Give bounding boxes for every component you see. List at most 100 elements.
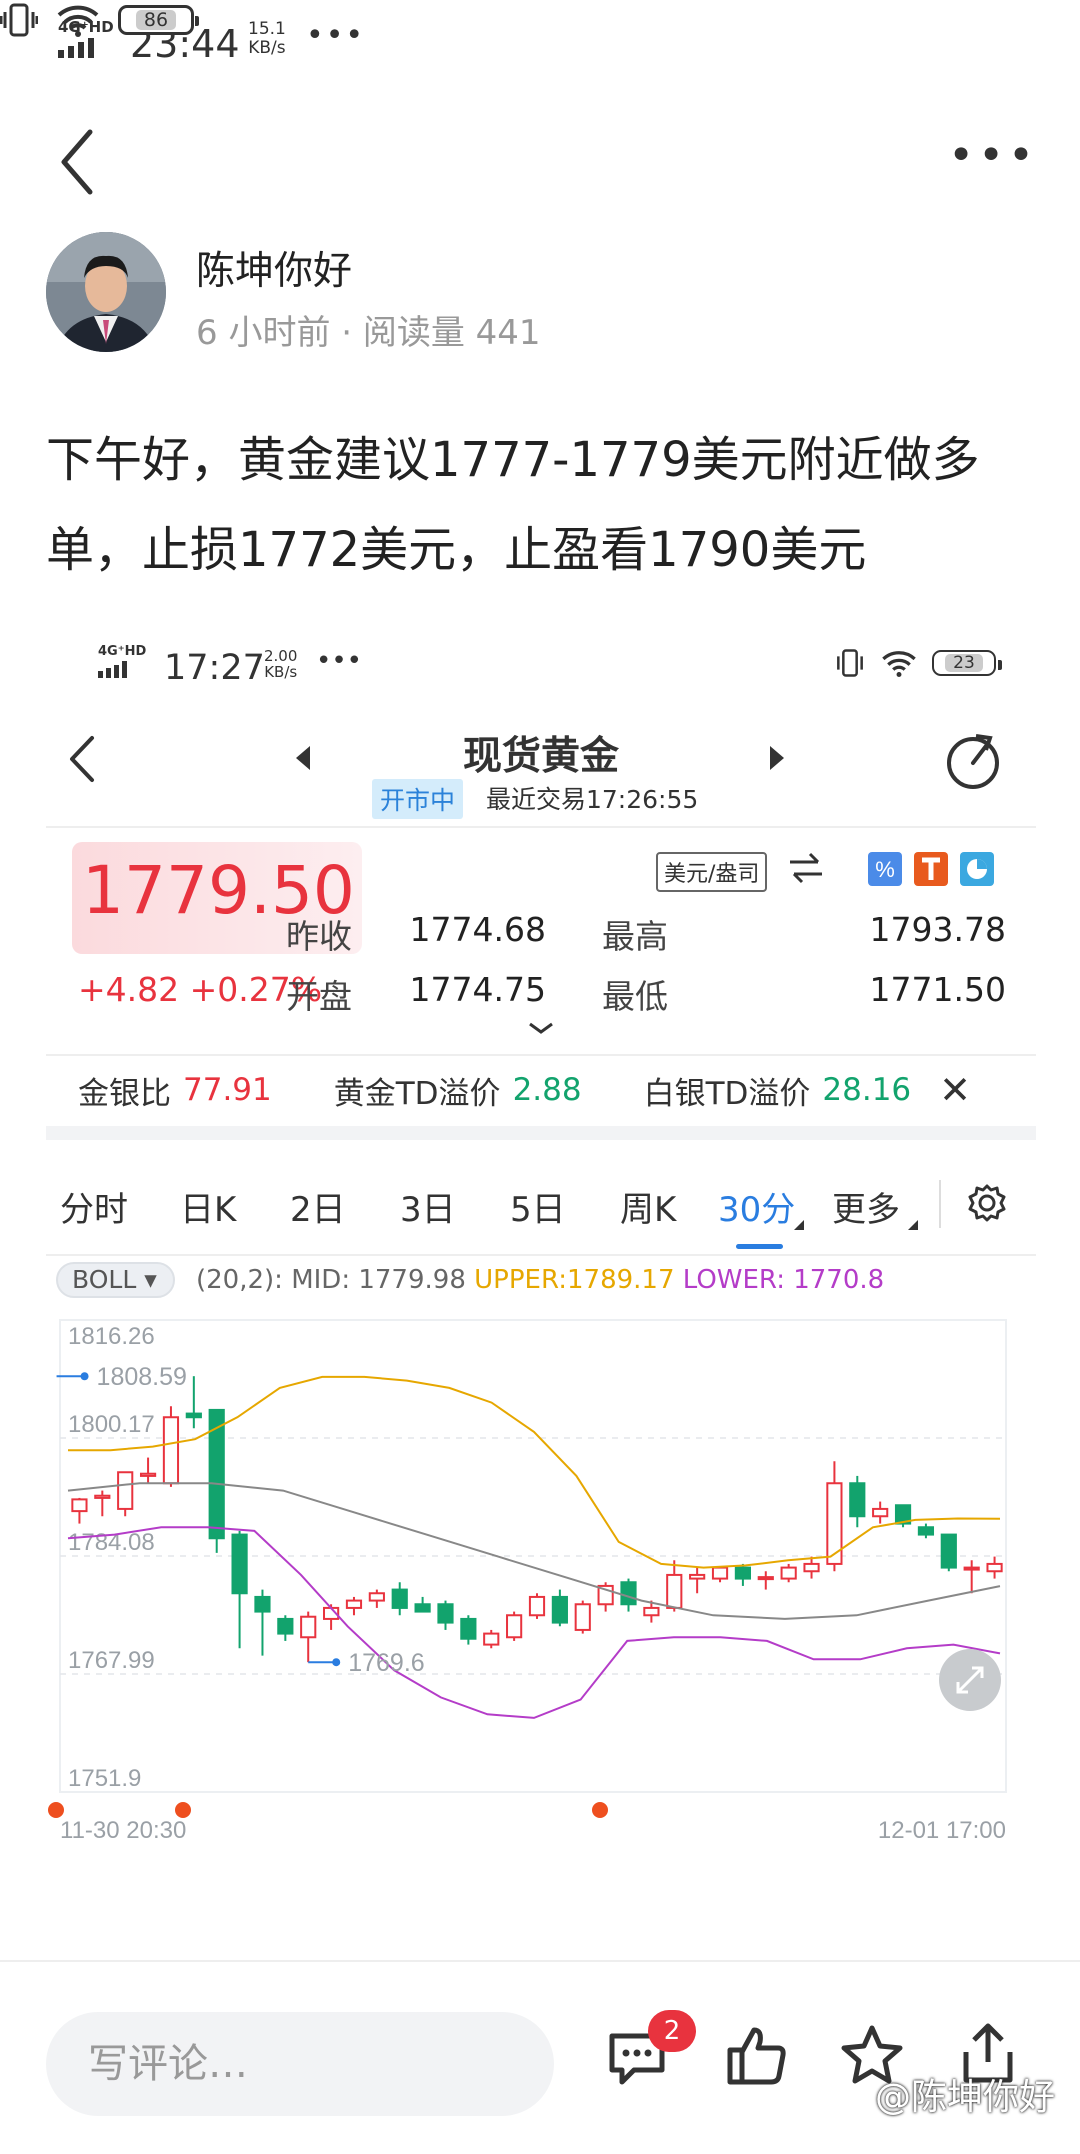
chart-tabs: 分时 日K 2日 3日 5日 周K 30分 更多 — [46, 1160, 1036, 1256]
quote-label-open: 开盘 — [286, 977, 352, 1016]
indicator-values: (20,2): MID: 1779.98 UPPER:1789.17 LOWER… — [196, 1265, 885, 1295]
like-button[interactable] — [726, 2024, 788, 2090]
post-meta: 6 小时前 · 阅读量 441 — [196, 313, 541, 353]
quote-label-high: 最高 — [602, 917, 668, 956]
event-marker — [175, 1802, 191, 1818]
annotation-dot — [80, 1372, 89, 1381]
signal-icon — [58, 36, 102, 58]
inner-status-bar: 4G⁺HD 17:27 2.00 KB/s ••• 23 — [46, 640, 1036, 700]
network-speed: 15.1 KB/s — [248, 19, 286, 58]
candle-body — [208, 1408, 225, 1540]
tab-5day[interactable]: 5日 — [510, 1182, 566, 1231]
candle-body — [917, 1526, 935, 1536]
candle-body — [391, 1588, 408, 1609]
quote-value-high: 1793.78 — [869, 910, 1006, 949]
triangle-right-icon — [770, 746, 784, 770]
candle-body — [551, 1595, 568, 1624]
inner-network-speed: 2.00 KB/s — [264, 647, 298, 681]
candle-body — [277, 1617, 294, 1635]
candle-body — [71, 1498, 88, 1513]
expand-quotes-button[interactable] — [526, 1020, 556, 1040]
chevron-down-icon — [529, 1022, 553, 1034]
candle-body — [139, 1472, 157, 1477]
candle-body — [437, 1603, 454, 1624]
more-options-button[interactable]: ••• — [948, 130, 1038, 181]
candle-body — [963, 1566, 980, 1571]
close-icon[interactable]: ✕ — [939, 1068, 971, 1112]
divider — [939, 1180, 941, 1228]
swap-unit-button[interactable] — [788, 852, 824, 888]
candle-body — [757, 1576, 774, 1581]
tab-intraday[interactable]: 分时 — [60, 1182, 128, 1231]
candle-body — [162, 1416, 180, 1485]
candle-body — [689, 1573, 706, 1580]
unit-selector[interactable]: 美元/盎司 — [656, 852, 768, 892]
annotation-dot — [332, 1658, 341, 1667]
refresh-icon — [947, 734, 999, 789]
annotation-label: 1808.59 — [97, 1363, 187, 1391]
ratio-label-gold-td: 黄金TD溢价 — [333, 1075, 501, 1112]
battery-icon: 86 — [118, 5, 199, 35]
quote-value-open: 1774.75 — [409, 970, 546, 1009]
quote-value-low: 1771.50 — [869, 970, 1006, 1009]
refresh-button[interactable] — [944, 732, 1002, 794]
inner-status-time: 17:27 — [164, 648, 265, 688]
ratio-label-gold-silver: 金银比 — [78, 1075, 171, 1112]
watermark: @陈坤你好 — [875, 2077, 1056, 2118]
last-trade-time: 最近交易17:26:55 — [486, 785, 699, 814]
network-label: 4G⁺HD — [58, 18, 114, 36]
candle-body — [780, 1566, 797, 1580]
author-name[interactable]: 陈坤你好 — [196, 240, 352, 296]
status-right: 86 — [0, 0, 1080, 40]
tab-30min[interactable]: 30分 — [718, 1182, 795, 1249]
pie-icon[interactable] — [960, 852, 994, 886]
annotation-label: 1769.6 — [348, 1649, 424, 1677]
ratio-label-silver-td: 白银TD溢价 — [643, 1075, 811, 1112]
avatar[interactable] — [46, 232, 166, 352]
chevron-left-icon — [61, 129, 93, 195]
inner-battery-icon: 23 — [932, 650, 1002, 676]
embedded-screenshot[interactable]: 4G⁺HD 17:27 2.00 KB/s ••• 23 现货黄金 开市中 最近交… — [46, 620, 1036, 1960]
tab-2day[interactable]: 2日 — [290, 1182, 346, 1231]
tab-3day[interactable]: 3日 — [400, 1182, 456, 1231]
avatar-photo — [46, 232, 166, 352]
candle-body — [666, 1573, 683, 1609]
percent-icon[interactable]: % — [868, 852, 902, 886]
t-icon[interactable] — [914, 852, 948, 886]
divider — [46, 826, 1036, 828]
inner-more-status-icon: ••• — [316, 646, 363, 676]
back-button[interactable] — [50, 122, 106, 202]
y-axis-label: 1800.17 — [68, 1411, 155, 1438]
tab-weekly-k[interactable]: 周K — [620, 1182, 676, 1231]
inner-network-label: 4G⁺HD — [98, 644, 147, 659]
ratio-value-gold-silver: 77.91 — [183, 1072, 272, 1108]
candle-body — [185, 1412, 202, 1419]
candle-body — [620, 1581, 637, 1606]
candle-body — [826, 1482, 843, 1565]
candle-body — [986, 1562, 1003, 1573]
x-axis-label: 11-30 20:30 — [60, 1817, 186, 1844]
chart-settings-button[interactable] — [966, 1182, 1008, 1228]
upper-value: UPPER:1789.17 — [474, 1265, 675, 1295]
candle-body — [300, 1615, 317, 1639]
x-axis-label: 12-01 17:00 — [878, 1817, 1006, 1844]
svg-text:%: % — [875, 857, 895, 882]
comment-count-badge: 2 — [648, 2010, 696, 2052]
tool-icons: % — [868, 852, 994, 886]
tab-more[interactable]: 更多 — [832, 1182, 900, 1231]
candle-body — [872, 1507, 889, 1518]
status-bar: 4G⁺HD 23:44 15.1 KB/s ••• 86 — [0, 0, 1080, 90]
inner-vibrate-icon — [837, 649, 863, 677]
candle-body — [254, 1595, 271, 1613]
candlestick-chart[interactable]: 1816.26 1800.17 1784.08 1767.99 1751.9 1808.5… — [46, 1310, 1036, 1870]
indicator-selector[interactable]: BOLL ▾ — [56, 1262, 175, 1298]
ratio-bar: 金银比 77.91 黄金TD溢价 2.88 白银TD溢价 28.16 ✕ — [46, 1054, 1036, 1140]
next-item-button[interactable] — [766, 744, 786, 776]
candle-body — [803, 1562, 820, 1573]
instrument-title: 现货黄金 — [462, 734, 619, 779]
comment-input[interactable]: 写评论… — [46, 2012, 554, 2116]
candle-body — [574, 1603, 591, 1631]
gear-icon — [968, 1184, 1006, 1222]
tab-daily-k[interactable]: 日K — [180, 1182, 236, 1231]
quote-label-low: 最低 — [602, 977, 668, 1016]
